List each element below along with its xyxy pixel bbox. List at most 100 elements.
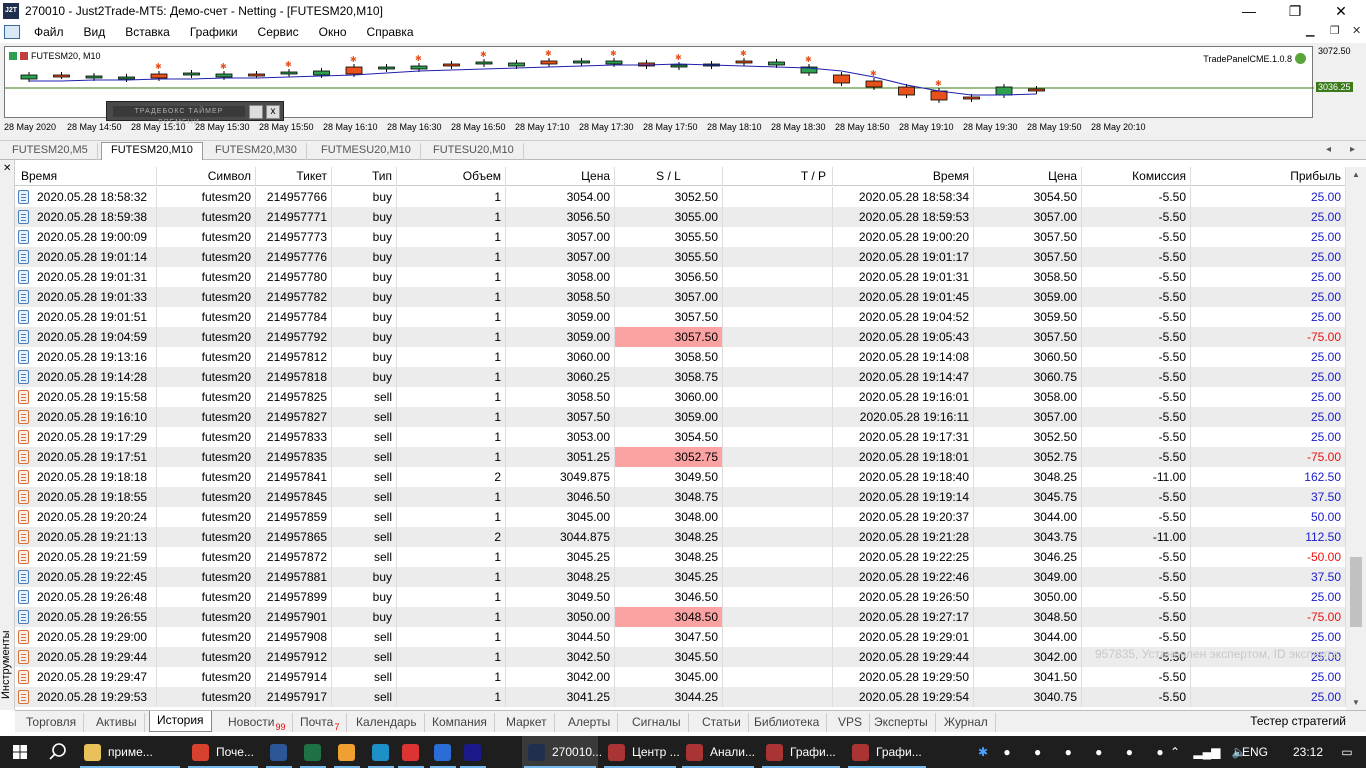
table-row[interactable]: 2020.05.28 19:13:16 futesm20 214957812 buy 1… — [15, 347, 1346, 367]
tray-icons[interactable]: ✱ ● ● ● ● ● ● — [978, 736, 1174, 768]
table-row[interactable]: 2020.05.28 19:29:44 futesm20 214957912 sell… — [15, 647, 1346, 667]
start-button[interactable] — [0, 736, 40, 768]
table-row[interactable]: 2020.05.28 19:15:58 futesm20 214957825 sell… — [15, 387, 1346, 407]
toolbox-tab-11[interactable]: Библиотека — [747, 713, 828, 732]
taskbar-app-1[interactable]: Поче... — [186, 736, 260, 768]
toolbox-tab-14[interactable]: Журнал — [937, 713, 996, 732]
close-button[interactable]: ✕ — [1318, 0, 1364, 22]
table-row[interactable]: 2020.05.28 19:16:10 futesm20 214957827 sell… — [15, 407, 1346, 427]
table-row[interactable]: 2020.05.28 19:18:55 futesm20 214957845 sell… — [15, 487, 1346, 507]
table-row[interactable]: 2020.05.28 19:14:28 futesm20 214957818 buy 1… — [15, 367, 1346, 387]
toolbox-tab-10[interactable]: Статьи — [695, 713, 749, 732]
tab-futesm20-m10[interactable]: FUTESM20,M10 — [101, 142, 203, 161]
taskbar-app-8[interactable] — [458, 736, 488, 768]
table-row[interactable]: 2020.05.28 19:17:51 futesm20 214957835 sell… — [15, 447, 1346, 467]
column-header-sl[interactable]: S / L — [615, 167, 723, 186]
price-chart[interactable]: ✱ ✱ ✱ ✱ ✱ ✱ ✱ ✱ ✱ ✱ ✱ ✱ ✱ FUTESM20, M10 TradePanelCM… — [4, 46, 1314, 126]
toolbox-tab-3[interactable]: Новости99 — [221, 713, 294, 732]
table-row[interactable]: 2020.05.28 19:18:18 futesm20 214957841 sell… — [15, 467, 1346, 487]
table-row[interactable]: 2020.05.28 19:01:51 futesm20 214957784 buy 1… — [15, 307, 1346, 327]
toolbox-close-icon[interactable]: ✕ — [3, 163, 11, 174]
scroll-thumb[interactable] — [1350, 557, 1362, 627]
toolbox-tab-0[interactable]: Торговля — [19, 713, 85, 732]
vertical-scrollbar[interactable]: ▲ ▼ — [1346, 167, 1366, 710]
table-row[interactable]: 2020.05.28 19:29:47 futesm20 214957914 sell… — [15, 667, 1346, 687]
menu-help[interactable]: Справка — [357, 25, 424, 39]
column-header-close_time[interactable]: Время — [833, 167, 974, 186]
toolbox-tab-1[interactable]: Активы — [89, 713, 145, 732]
clock[interactable]: 23:12 — [1293, 736, 1323, 768]
table-row[interactable]: 2020.05.28 19:01:33 futesm20 214957782 buy 1… — [15, 287, 1346, 307]
column-header-type[interactable]: Тип — [332, 167, 397, 186]
toolbox-tab-2[interactable]: История — [149, 711, 212, 732]
child-minimize-icon[interactable]: ▁ — [1306, 24, 1314, 37]
strategy-tester-button[interactable]: Тестер стратегий — [1250, 714, 1346, 728]
column-header-price[interactable]: Цена — [506, 167, 615, 186]
taskbar-app-9[interactable]: 270010... — [522, 736, 602, 768]
column-header-time[interactable]: Время — [15, 167, 157, 186]
search-button[interactable] — [40, 736, 76, 768]
toolbox-tab-9[interactable]: Сигналы — [625, 713, 689, 732]
taskbar-app-6[interactable] — [396, 736, 426, 768]
table-row[interactable]: 2020.05.28 19:20:24 futesm20 214957859 sell… — [15, 507, 1346, 527]
table-row[interactable]: 2020.05.28 19:17:29 futesm20 214957833 sell… — [15, 427, 1346, 447]
taskbar-app-10[interactable]: Центр ... — [602, 736, 680, 768]
toolbox-tab-4[interactable]: Почта7 — [293, 713, 348, 732]
tab-futesu20-m10[interactable]: FUTESU20,M10 — [424, 143, 524, 160]
table-row[interactable]: 2020.05.28 18:58:32 futesm20 214957766 buy 1… — [15, 187, 1346, 207]
bluetooth-icon[interactable]: ✱ — [978, 745, 988, 759]
taskbar-app-11[interactable]: Анали... — [680, 736, 756, 768]
toolbox-tab-7[interactable]: Маркет — [499, 713, 555, 732]
taskbar-app-7[interactable] — [428, 736, 458, 768]
tray-up-arrow-icon[interactable]: ⌃ — [1170, 745, 1180, 759]
language-indicator[interactable]: ENG — [1242, 736, 1268, 768]
table-row[interactable]: 2020.05.28 18:59:38 futesm20 214957771 buy 1… — [15, 207, 1346, 227]
timer-minimize-button[interactable] — [249, 105, 263, 119]
taskbar-app-12[interactable]: Графи... — [760, 736, 842, 768]
taskbar-app-13[interactable]: Графи... — [846, 736, 928, 768]
toolbox-tab-13[interactable]: Эксперты — [867, 713, 936, 732]
child-close-icon[interactable]: ✕ — [1352, 24, 1361, 37]
menu-view[interactable]: Вид — [74, 25, 116, 39]
column-header-volume[interactable]: Объем — [397, 167, 506, 186]
table-row[interactable]: 2020.05.28 19:04:59 futesm20 214957792 buy 1… — [15, 327, 1346, 347]
column-header-symbol[interactable]: Символ — [157, 167, 256, 186]
time-timer-panel[interactable]: ТРАДЕБОКС ТАЙМЕР ВРЕМЕНИ x — [106, 101, 284, 126]
toolbox-tab-12[interactable]: VPS — [831, 713, 871, 732]
taskbar-app-5[interactable] — [366, 736, 396, 768]
table-row[interactable]: 2020.05.28 19:22:45 futesm20 214957881 buy 1… — [15, 567, 1346, 587]
toolbox-tab-8[interactable]: Алерты — [561, 713, 619, 732]
column-header-ticket[interactable]: Тикет — [256, 167, 332, 186]
table-row[interactable]: 2020.05.28 19:29:53 futesm20 214957917 sell… — [15, 687, 1346, 707]
menu-tools[interactable]: Сервис — [248, 25, 309, 39]
toolbox-tab-6[interactable]: Компания — [425, 713, 495, 732]
tab-futesm20-m30[interactable]: FUTESM20,M30 — [206, 143, 307, 160]
tab-futesm20-m5[interactable]: FUTESM20,M5 — [3, 143, 98, 160]
network-icon[interactable]: ▂▄▆ — [1193, 745, 1220, 759]
table-row[interactable]: 2020.05.28 19:21:13 futesm20 214957865 sell… — [15, 527, 1346, 547]
taskbar-app-2[interactable] — [264, 736, 294, 768]
tray-app-icons[interactable]: ● ● ● ● ● ● — [1003, 745, 1173, 759]
taskbar-app-4[interactable] — [332, 736, 362, 768]
menu-charts[interactable]: Графики — [180, 25, 248, 39]
chart-window-icon[interactable] — [4, 25, 20, 39]
maximize-button[interactable]: ❐ — [1272, 0, 1318, 22]
column-header-close_price[interactable]: Цена — [974, 167, 1082, 186]
table-row[interactable]: 2020.05.28 19:26:48 futesm20 214957899 buy 1… — [15, 587, 1346, 607]
table-row[interactable]: 2020.05.28 19:29:00 futesm20 214957908 sell… — [15, 627, 1346, 647]
tray-system-icons[interactable]: ⌃ ▂▄▆ 🔈 — [1170, 736, 1247, 768]
scroll-up-icon[interactable]: ▲ — [1352, 170, 1360, 179]
taskbar-app-3[interactable] — [298, 736, 328, 768]
child-restore-icon[interactable]: ❐ — [1330, 24, 1340, 37]
table-row[interactable]: 2020.05.28 19:00:09 futesm20 214957773 buy 1… — [15, 227, 1346, 247]
column-header-tp[interactable]: T / P — [723, 167, 833, 186]
tab-futmesu20-m10[interactable]: FUTMESU20,M10 — [312, 143, 421, 160]
table-row[interactable]: 2020.05.28 19:21:59 futesm20 214957872 sell… — [15, 547, 1346, 567]
taskbar-app-0[interactable]: приме... — [78, 736, 182, 768]
tabs-scroll-right-icon[interactable]: ▸ — [1350, 144, 1355, 155]
notifications-icon[interactable]: ▭ — [1336, 736, 1358, 768]
menu-insert[interactable]: Вставка — [115, 25, 180, 39]
timer-close-button[interactable]: x — [266, 105, 280, 119]
column-header-profit[interactable]: Прибыль — [1191, 167, 1346, 186]
menu-file[interactable]: Файл — [24, 25, 74, 39]
